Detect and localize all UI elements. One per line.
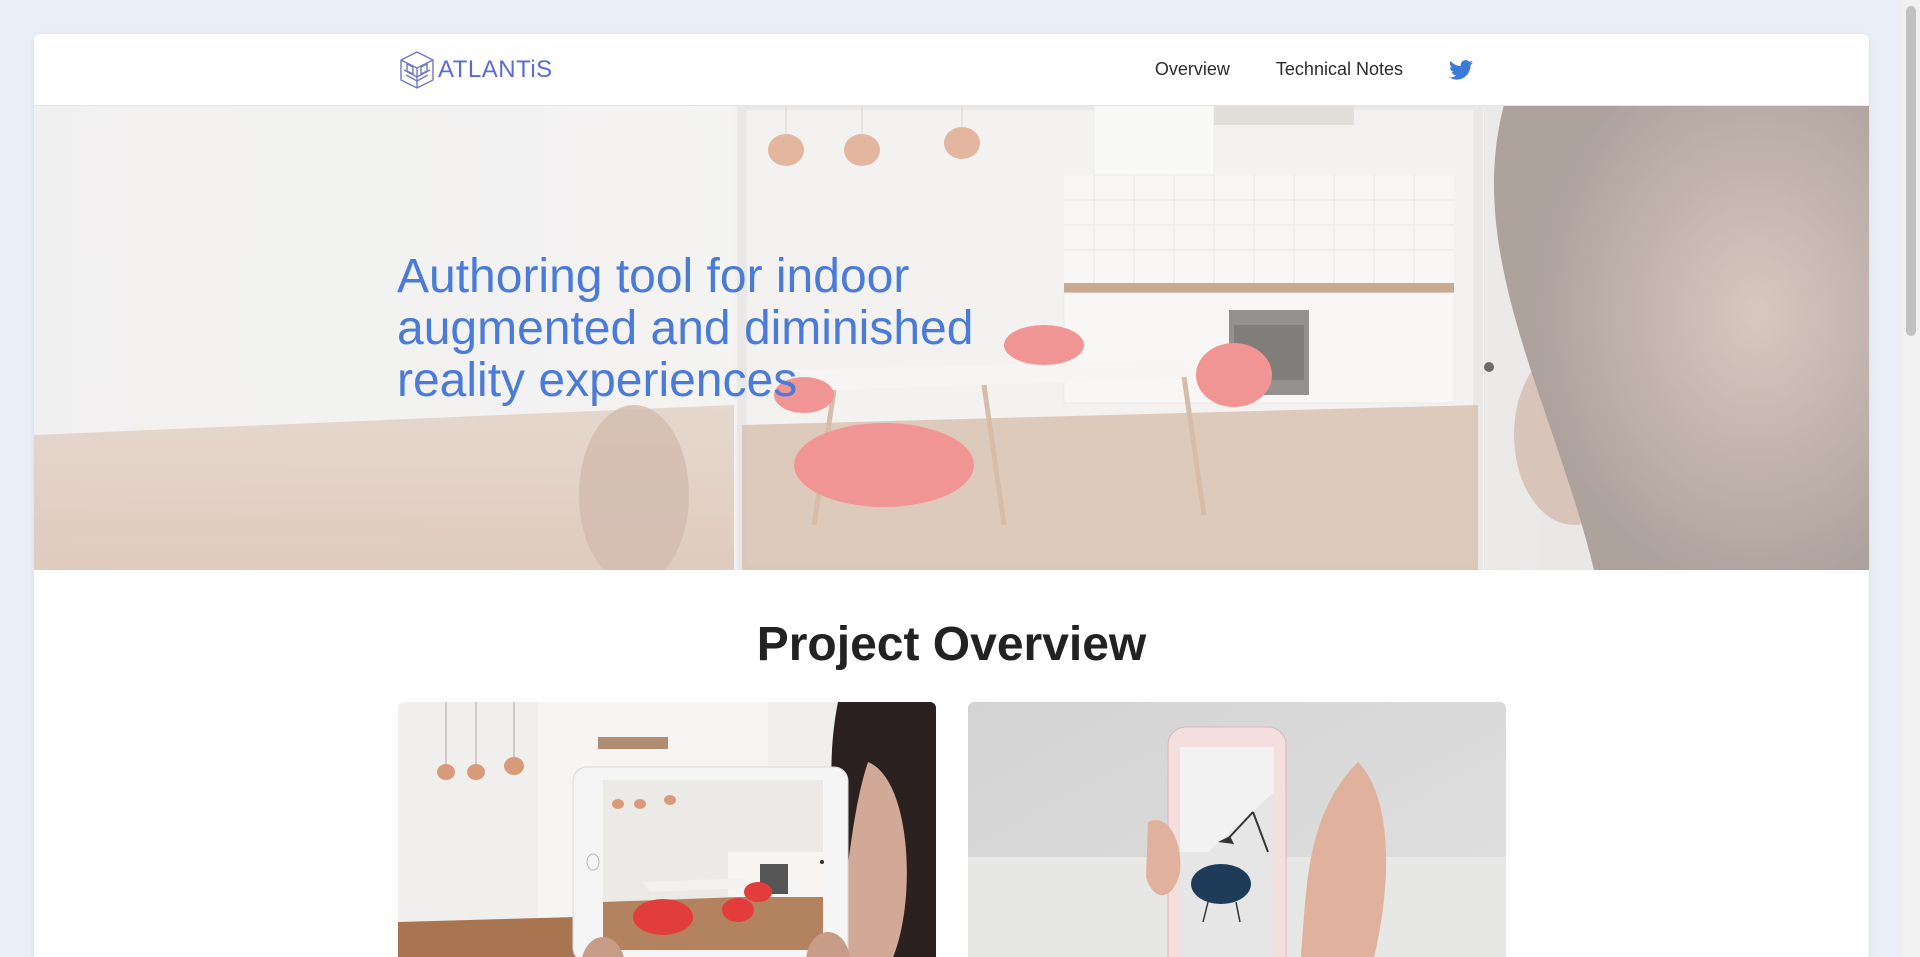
- tablet-kitchen-image: [398, 702, 936, 957]
- viewport: ATLANTiS Overview Technical Notes Author…: [0, 0, 1902, 957]
- scrollbar-thumb[interactable]: [1906, 6, 1916, 336]
- section-title: Project Overview: [756, 618, 1147, 671]
- nav-overview[interactable]: Overview: [1155, 59, 1230, 80]
- hero-title: Authoring tool for indoor augmented and …: [397, 250, 974, 407]
- page-card: ATLANTiS Overview Technical Notes Author…: [34, 34, 1869, 957]
- vertical-scrollbar[interactable]: [1902, 0, 1920, 957]
- hero-banner: Authoring tool for indoor augmented and …: [34, 105, 1869, 570]
- overview-card-image-tablet[interactable]: [398, 702, 936, 957]
- phone-chair-image: [968, 702, 1506, 957]
- logo-link[interactable]: ATLANTiS: [398, 50, 553, 90]
- logo-cube-icon: [400, 51, 434, 89]
- nav-technical-notes[interactable]: Technical Notes: [1276, 59, 1403, 80]
- twitter-link[interactable]: [1449, 59, 1473, 80]
- logo-text: ATLANTiS: [438, 56, 553, 83]
- main-nav: Overview Technical Notes: [1109, 34, 1473, 105]
- overview-card-image-phone[interactable]: [968, 702, 1506, 957]
- twitter-icon: [1449, 59, 1473, 80]
- site-header: ATLANTiS Overview Technical Notes: [34, 34, 1869, 106]
